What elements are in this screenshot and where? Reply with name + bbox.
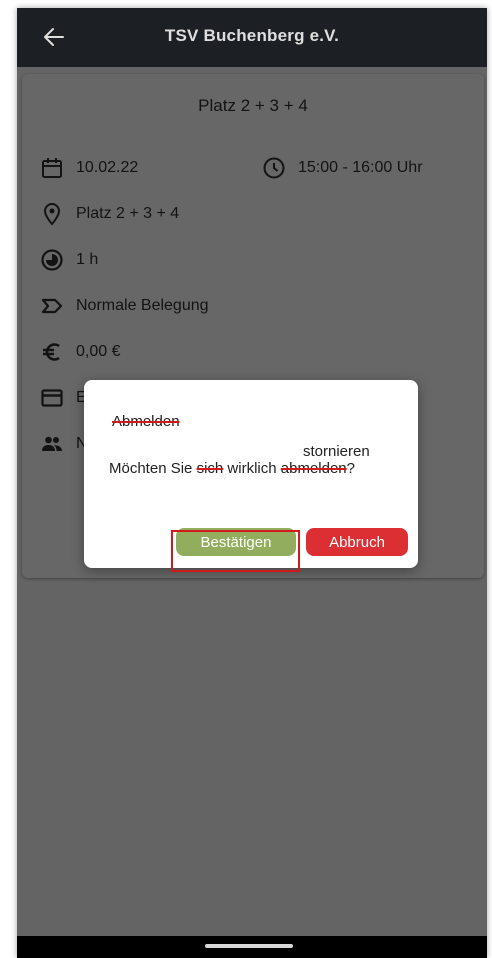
annotation-replacement-text: stornieren (303, 443, 370, 460)
message-struck-word-sich: sich (196, 460, 224, 477)
system-nav-bar (17, 936, 487, 958)
highlight-box (171, 530, 300, 572)
phone-screen: TSV Buchenberg e.V. Platz 2 + 3 + 4 10.0… (17, 8, 487, 958)
dialog-title: Abmelden (112, 413, 180, 430)
message-suffix: ? (346, 460, 355, 477)
message-prefix: Möchten Sie (109, 460, 193, 477)
message-middle: wirklich (227, 460, 277, 477)
cancel-button[interactable]: Abbruch (306, 528, 408, 556)
message-struck-word-abmelden: abmelden (280, 460, 347, 477)
home-handle[interactable] (205, 944, 293, 948)
dialog-message: Möchten Sie sich wirklich abmelden? (109, 460, 355, 477)
